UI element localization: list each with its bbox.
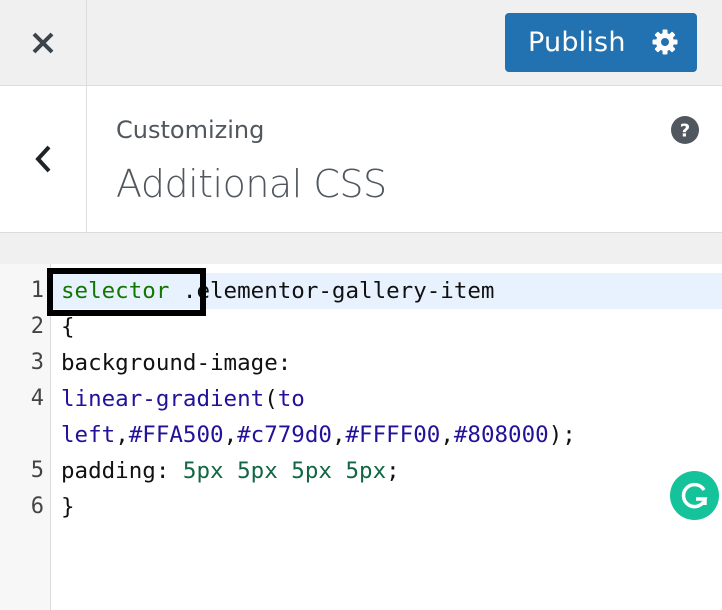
code-token: .elementor-gallery-item — [169, 278, 495, 304]
page-title: Additional CSS — [116, 162, 387, 206]
close-customizer-button[interactable] — [0, 0, 87, 85]
code-line-wrapped[interactable]: left,#FFA500,#c779d0,#FFFF00,#808000); — [61, 417, 576, 453]
svg-text:?: ? — [680, 121, 690, 142]
code-token: } — [61, 494, 75, 520]
line-number: 5 — [30, 458, 44, 483]
code-token: selector — [61, 278, 170, 304]
code-token: ); — [548, 422, 576, 448]
code-line[interactable]: background-image: — [61, 345, 291, 381]
code-line[interactable]: selector .elementor-gallery-item — [61, 273, 494, 309]
line-number-gutter: 1 2 3 4 5 6 — [0, 264, 51, 610]
section-header: Customizing Additional CSS ? — [0, 86, 722, 233]
code-token: padding: — [61, 458, 183, 484]
code-line[interactable]: padding: 5px 5px 5px 5px; — [61, 453, 400, 489]
customizing-label: Customizing — [116, 116, 265, 144]
grammarly-button[interactable] — [670, 471, 719, 520]
back-button[interactable] — [0, 86, 87, 232]
code-token: , — [223, 422, 238, 448]
code-token: linear-gradient — [61, 386, 265, 412]
line-number: 3 — [30, 350, 44, 375]
publish-button[interactable]: Publish — [505, 13, 697, 72]
code-token: 5px 5px 5px 5px — [182, 458, 387, 484]
code-token: #FFFF00 — [345, 422, 441, 448]
code-token: #FFA500 — [128, 422, 224, 448]
code-token: ; — [386, 458, 400, 484]
publish-label: Publish — [528, 27, 626, 58]
code-token: background-image: — [61, 350, 292, 376]
code-token: #c779d0 — [237, 422, 332, 448]
line-number: 6 — [30, 494, 44, 519]
grammarly-icon — [681, 482, 707, 508]
line-number: 2 — [30, 314, 44, 339]
code-token: , — [115, 422, 129, 448]
code-token: #808000 — [453, 422, 549, 448]
css-code-editor[interactable]: 1 2 3 4 5 6 selector .elementor-gallery-… — [0, 264, 722, 610]
line-number: 4 — [30, 386, 44, 411]
customizer-header: Publish — [0, 0, 722, 86]
code-line[interactable]: } — [61, 489, 75, 525]
code-line[interactable]: { — [61, 309, 75, 345]
code-token: , — [331, 422, 346, 448]
gear-icon[interactable] — [651, 28, 679, 56]
code-token: ( — [264, 386, 278, 412]
chevron-left-icon — [35, 145, 51, 173]
code-token: left — [61, 422, 116, 448]
code-line[interactable]: linear-gradient(to — [61, 381, 305, 417]
close-icon — [32, 32, 54, 53]
line-number: 1 — [30, 278, 44, 303]
code-token: to — [277, 386, 305, 412]
section-divider — [0, 234, 722, 264]
code-token: { — [61, 314, 75, 340]
question-circle-icon[interactable]: ? — [671, 116, 699, 144]
code-token: , — [440, 422, 454, 448]
